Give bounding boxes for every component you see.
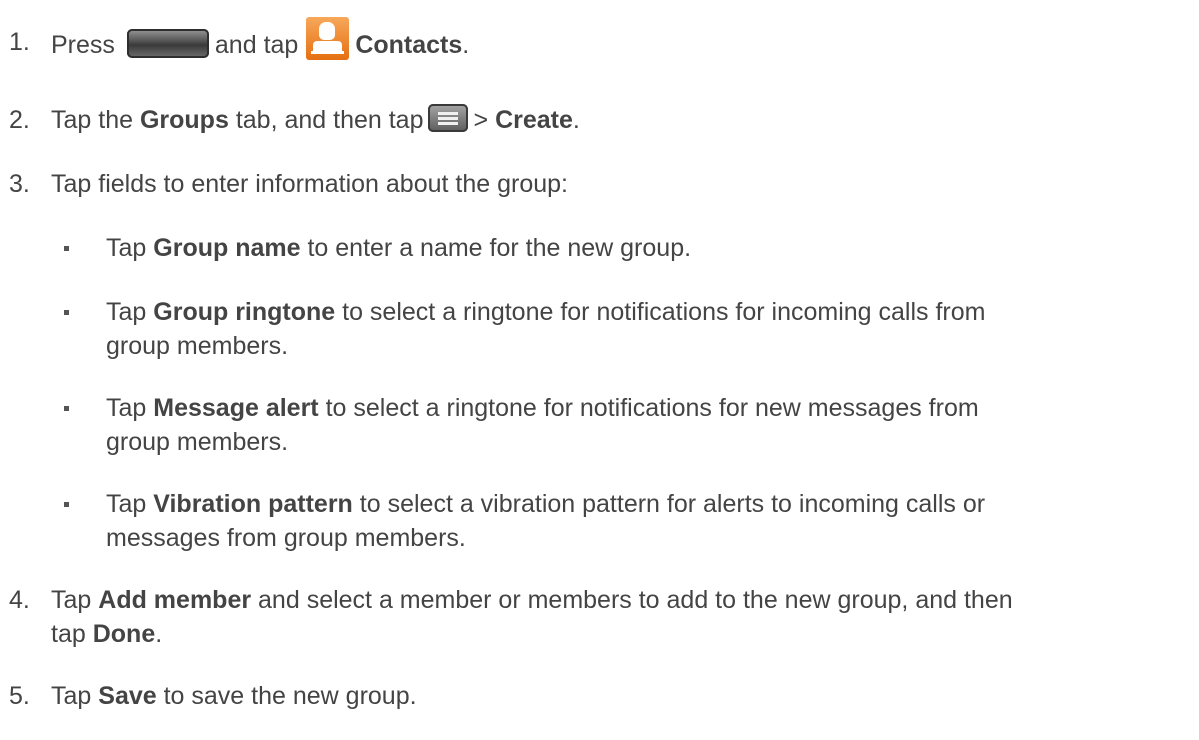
step-text: Tap Save to save the new group. <box>51 682 417 710</box>
bullet-icon <box>64 246 69 251</box>
step-number: 4. <box>9 586 30 614</box>
step-number: 1. <box>9 28 30 56</box>
contacts-app-icon <box>306 17 350 60</box>
step-number: 5. <box>9 682 30 710</box>
step-text: Tap fields to enter information about th… <box>51 170 568 198</box>
bullet-icon <box>64 502 69 507</box>
bullet-icon <box>64 406 69 411</box>
step-text: Tap the Groups tab, and then tap > Create… <box>51 104 580 134</box>
step-number: 2. <box>9 106 30 134</box>
step-text: Tap Add member and select a member or me… <box>51 586 1013 648</box>
home-key-icon <box>126 29 209 58</box>
menu-key-icon <box>427 104 468 133</box>
step-text: Press and tap Contacts. <box>51 17 1194 68</box>
bullet-icon <box>64 310 69 315</box>
step-number: 3. <box>9 170 30 198</box>
